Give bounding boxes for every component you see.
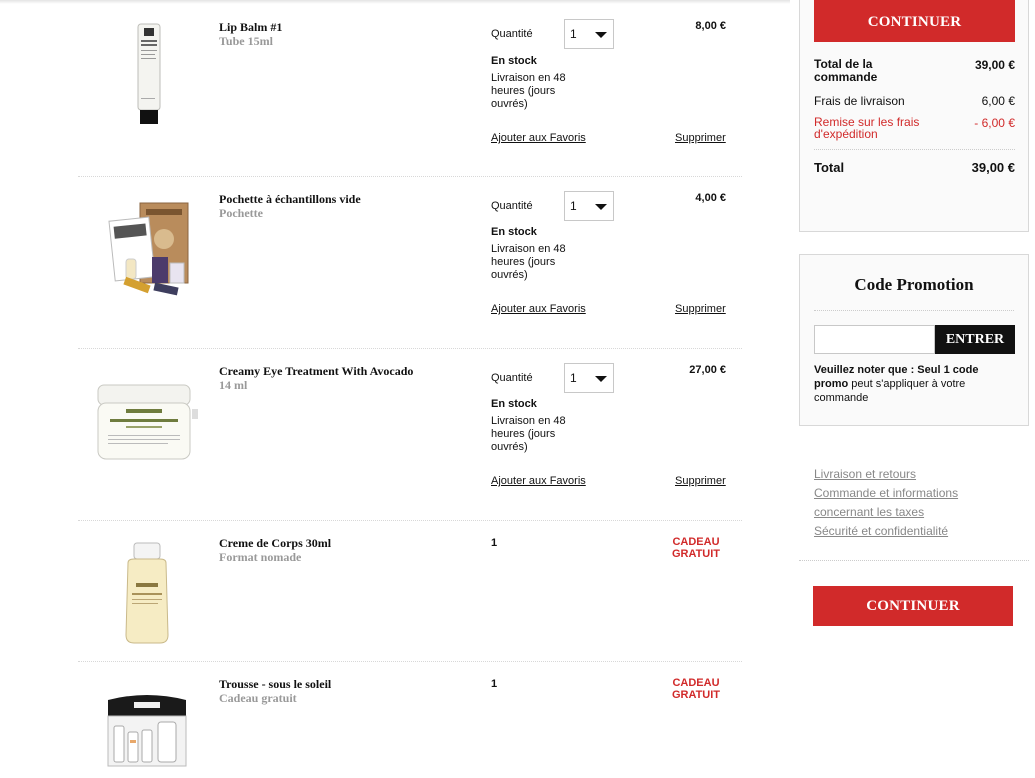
- quantity-select[interactable]: 1: [564, 19, 614, 49]
- quantity-value: 1: [570, 27, 577, 41]
- item-price: 27,00 €: [689, 364, 726, 376]
- quantity-value: 1: [570, 199, 577, 213]
- cart-item: Creme de Corps 30ml Format nomade 1 CADE…: [78, 521, 742, 662]
- remove-item-link[interactable]: Supprimer: [675, 303, 726, 315]
- item-price: 8,00 €: [695, 20, 726, 32]
- product-subtitle: Pochette: [219, 206, 263, 220]
- quantity-label: Quantité: [491, 28, 533, 40]
- chevron-down-icon: [595, 32, 607, 38]
- stock-status: En stock: [491, 398, 537, 410]
- product-image-eye-cream: [97, 384, 198, 460]
- link-security-privacy[interactable]: Sécurité et confidentialité: [814, 522, 1014, 541]
- quantity-value: 1: [491, 678, 498, 690]
- order-total-value: 39,00 €: [974, 58, 1015, 72]
- discount-value: - 6,00 €: [974, 116, 1015, 130]
- shipping-value: 6,00 €: [981, 94, 1015, 108]
- continue-button-bottom[interactable]: CONTINUER: [813, 586, 1013, 626]
- summary-divider: [814, 149, 1015, 150]
- cart-item: Trousse - sous le soleil Cadeau gratuit …: [78, 662, 742, 778]
- chevron-down-icon: [595, 204, 607, 210]
- summary-row-subtotal: Total de la commande 39,00 €: [814, 58, 1015, 88]
- stock-status: En stock: [491, 226, 537, 238]
- order-total-label: Total de la commande: [814, 57, 878, 84]
- product-subtitle: 14 ml: [219, 378, 248, 392]
- chevron-down-icon: [595, 376, 607, 382]
- promo-code-input[interactable]: [814, 325, 935, 354]
- quantity-value: 1: [570, 371, 577, 385]
- product-name[interactable]: Trousse - sous le soleil: [219, 677, 331, 692]
- add-to-favorites-link[interactable]: Ajouter aux Favoris: [491, 475, 586, 487]
- sidebar-divider: [799, 560, 1029, 561]
- product-name[interactable]: Pochette à échantillons vide: [219, 192, 361, 207]
- product-image-pochette: [108, 202, 189, 296]
- product-name[interactable]: Lip Balm #1: [219, 20, 282, 35]
- shipping-label: Frais de livraison: [814, 94, 905, 108]
- discount-label: Remise sur les frais d'expédition: [814, 115, 920, 141]
- top-divider: [0, 0, 790, 4]
- free-gift-label: CADEAU GRATUIT: [671, 536, 721, 560]
- add-to-favorites-link[interactable]: Ajouter aux Favoris: [491, 303, 586, 315]
- promo-code-panel: Code Promotion ENTRER Veuillez noter que…: [799, 254, 1029, 426]
- quantity-select[interactable]: 1: [564, 191, 614, 221]
- delivery-info: Livraison en 48 heures (jours ouvrés): [491, 415, 566, 453]
- help-links: Livraison et retours Commande et informa…: [814, 465, 1014, 541]
- order-summary-panel: CONTINUER Total de la commande 39,00 € F…: [799, 0, 1029, 232]
- promo-title: Code Promotion: [854, 275, 974, 294]
- cart-list: Lip Balm #1 Tube 15ml Quantité 1 En stoc…: [78, 6, 742, 778]
- link-taxes[interactable]: concernant les taxes: [814, 503, 1014, 522]
- free-gift-label: CADEAU GRATUIT: [671, 677, 721, 701]
- cart-item: Pochette à échantillons vide Pochette Qu…: [78, 177, 742, 349]
- quantity-label: Quantité: [491, 200, 533, 212]
- product-subtitle: Format nomade: [219, 550, 302, 564]
- product-subtitle: Cadeau gratuit: [219, 691, 297, 705]
- add-to-favorites-link[interactable]: Ajouter aux Favoris: [491, 132, 586, 144]
- promo-note: Veuillez noter que : Seul 1 code promo p…: [814, 363, 1004, 405]
- product-image-body-cream: [125, 542, 169, 644]
- stock-status: En stock: [491, 55, 537, 67]
- link-delivery-returns[interactable]: Livraison et retours: [814, 465, 1014, 484]
- link-order-info[interactable]: Commande et informations: [814, 484, 1014, 503]
- item-price: 4,00 €: [695, 192, 726, 204]
- cart-item: Creamy Eye Treatment With Avocado 14 ml …: [78, 349, 742, 521]
- product-name[interactable]: Creme de Corps 30ml: [219, 536, 331, 551]
- product-subtitle: Tube 15ml: [219, 34, 273, 48]
- remove-item-link[interactable]: Supprimer: [675, 132, 726, 144]
- product-image-pouch: [107, 695, 187, 767]
- promo-divider: [814, 310, 1014, 311]
- delivery-info: Livraison en 48 heures (jours ouvrés): [491, 72, 566, 110]
- total-value: 39,00 €: [971, 160, 1015, 175]
- quantity-label: Quantité: [491, 372, 533, 384]
- quantity-value: 1: [491, 537, 498, 549]
- product-name[interactable]: Creamy Eye Treatment With Avocado: [219, 364, 413, 379]
- total-label: Total: [814, 160, 845, 175]
- enter-promo-button[interactable]: ENTRER: [935, 325, 1015, 354]
- remove-item-link[interactable]: Supprimer: [675, 475, 726, 487]
- delivery-info: Livraison en 48 heures (jours ouvrés): [491, 243, 566, 281]
- product-image-lip-balm: [137, 23, 161, 124]
- continue-button[interactable]: CONTINUER: [814, 0, 1015, 42]
- quantity-select[interactable]: 1: [564, 363, 614, 393]
- cart-item: Lip Balm #1 Tube 15ml Quantité 1 En stoc…: [78, 6, 742, 177]
